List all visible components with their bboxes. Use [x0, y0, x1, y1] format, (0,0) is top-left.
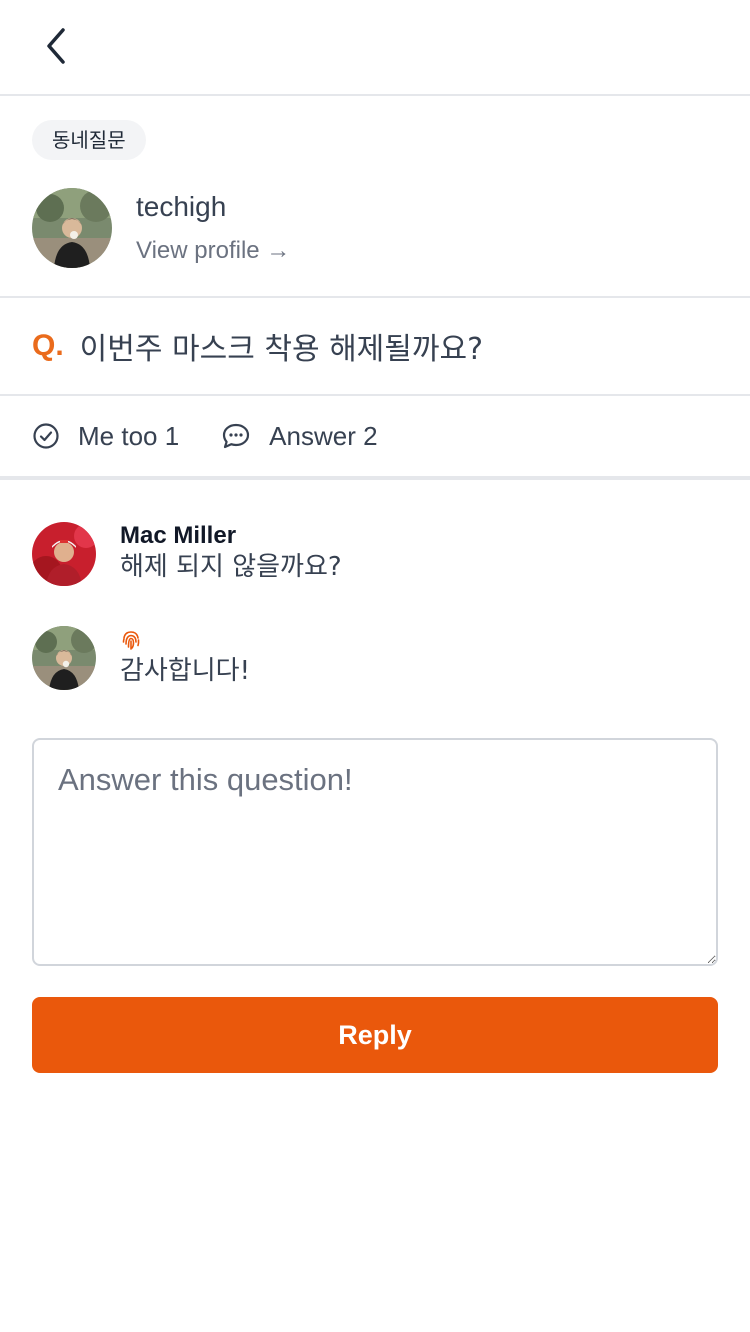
question-marker: Q. [32, 329, 64, 362]
answers-list: Mac Miller 해제 되지 않을까요? 감사합니다! [0, 480, 750, 690]
author-name: techigh [136, 191, 227, 222]
chat-bubble-icon [223, 423, 250, 449]
fingerprint-icon [122, 631, 140, 650]
answer-author: Mac Miller [120, 522, 237, 549]
post-info: 동네질문 techigh View profile → [0, 96, 750, 298]
view-profile-link[interactable]: View profile → [136, 237, 290, 265]
actions-row: Me too 1 Answer 2 [0, 396, 750, 480]
answer-text: 해제 되지 않을까요? [120, 552, 342, 582]
chevron-left-icon [47, 28, 65, 64]
author-avatar[interactable] [32, 188, 112, 268]
answer-item: 감사합니다! [32, 626, 718, 690]
author-text: techigh View profile → [136, 191, 290, 265]
answer-input[interactable] [32, 738, 718, 966]
answer-count-button[interactable]: Answer 2 [221, 420, 378, 452]
reply-button[interactable]: Reply [32, 997, 718, 1073]
author-row: techigh View profile → [32, 188, 718, 268]
answer-text: 감사합니다! [120, 656, 251, 686]
me-too-label: Me too 1 [78, 420, 180, 451]
back-button[interactable] [36, 26, 76, 66]
answer-author-badge [120, 626, 250, 654]
question-row: Q. 이번주 마스크 착용 해제될까요? [0, 298, 750, 396]
question-title: 이번주 마스크 착용 해제될까요? [79, 332, 484, 367]
top-bar [0, 0, 750, 96]
answer-avatar[interactable] [32, 626, 96, 690]
answer-body: Mac Miller 해제 되지 않을까요? [120, 522, 342, 586]
answer-body: 감사합니다! [120, 626, 250, 690]
me-too-button[interactable]: Me too 1 [32, 421, 179, 452]
reply-form: Reply [0, 730, 750, 1073]
answer-count-label: Answer 2 [269, 420, 378, 451]
category-badge[interactable]: 동네질문 [32, 120, 146, 160]
answer-avatar[interactable] [32, 522, 96, 586]
check-circle-icon [33, 423, 59, 449]
answer-item: Mac Miller 해제 되지 않을까요? [32, 522, 718, 586]
